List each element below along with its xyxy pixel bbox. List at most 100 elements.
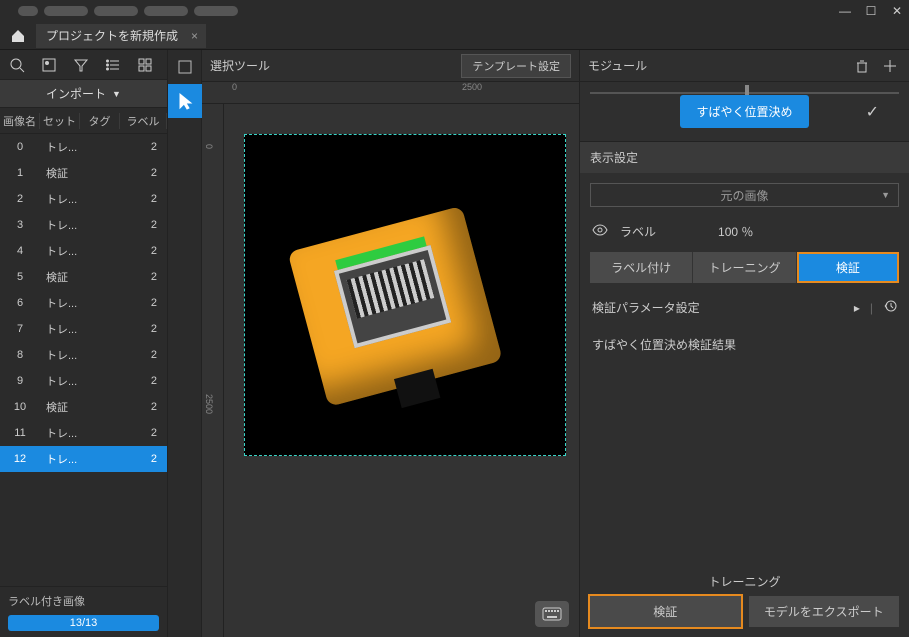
image-filter-icon[interactable] <box>38 54 60 76</box>
maximize-button[interactable]: ☐ <box>863 3 879 19</box>
table-row[interactable]: 4トレ... 2 <box>0 238 167 264</box>
table-row[interactable]: 11トレ...2 <box>0 420 167 446</box>
tool-rect-icon[interactable] <box>168 50 202 84</box>
cell-idx: 5 <box>0 271 40 283</box>
home-button[interactable] <box>0 22 36 50</box>
ruler-tick: 2500 <box>204 394 214 414</box>
play-icon[interactable]: ▸ <box>854 301 860 315</box>
image-source-select[interactable]: 元の画像 ▼ <box>590 183 899 207</box>
table-row[interactable]: 3トレ...2 <box>0 212 167 238</box>
bottom-training-label: トレーニング <box>590 567 899 596</box>
project-tab-label: プロジェクトを新規作成 <box>46 27 178 44</box>
cell-idx: 0 <box>0 141 40 153</box>
menu-pill[interactable] <box>194 6 238 16</box>
chevron-down-icon: ▼ <box>112 89 121 99</box>
tab-row: プロジェクトを新規作成 × <box>0 22 909 50</box>
table-row[interactable]: 12トレ...2 <box>0 446 167 472</box>
menu-pill[interactable] <box>44 6 88 16</box>
col-set[interactable]: セット <box>40 113 80 129</box>
import-label: インポート <box>46 85 106 102</box>
table-row[interactable]: 1検証2 <box>0 160 167 186</box>
cell-idx: 3 <box>0 219 40 231</box>
col-tag[interactable]: タグ <box>80 113 120 129</box>
verify-param-row[interactable]: 検証パラメータ設定 ▸ | <box>580 289 909 326</box>
table-row[interactable]: 9トレ...2 <box>0 368 167 394</box>
list-icon[interactable] <box>102 54 124 76</box>
tool-pointer-icon[interactable] <box>168 84 202 118</box>
col-label[interactable]: ラベル <box>120 113 167 129</box>
progress-bar: 13/13 <box>8 615 159 631</box>
minimize-button[interactable]: — <box>837 3 853 19</box>
table-row[interactable]: 5検証2 <box>0 264 167 290</box>
label-text: ラベル <box>620 223 656 240</box>
cell-set: トレ... <box>40 347 80 363</box>
cell-set: トレ... <box>40 295 80 311</box>
col-image-name[interactable]: 画像名 <box>0 113 40 129</box>
tool-strip <box>168 50 202 637</box>
select-value: 元の画像 <box>720 187 768 204</box>
table-row[interactable]: 10検証2 <box>0 394 167 420</box>
progress-text: 13/13 <box>70 617 98 629</box>
cell-set: 検証 <box>40 269 80 285</box>
history-icon[interactable] <box>883 299 897 316</box>
funnel-icon[interactable] <box>70 54 92 76</box>
cell-set: トレ... <box>40 139 80 155</box>
seg-training-button[interactable]: トレーニング <box>693 252 796 283</box>
cell-idx: 12 <box>0 453 40 465</box>
cell-idx: 1 <box>0 167 40 179</box>
close-button[interactable]: ✕ <box>889 3 905 19</box>
eye-icon[interactable] <box>592 224 608 239</box>
table-header: 画像名 セット タグ ラベル <box>0 108 167 134</box>
ruler-vertical: 0 2500 <box>202 104 224 637</box>
menu-pill[interactable] <box>18 6 38 16</box>
close-tab-icon[interactable]: × <box>191 29 198 43</box>
keyboard-icon[interactable] <box>535 601 569 627</box>
cell-idx: 8 <box>0 349 40 361</box>
verify-result-label: すばやく位置決め検証結果 <box>580 326 909 363</box>
project-tab[interactable]: プロジェクトを新規作成 × <box>36 24 206 48</box>
table-row[interactable]: 0トレ...2 <box>0 134 167 160</box>
template-settings-button[interactable]: テンプレート設定 <box>461 54 571 78</box>
verify-button[interactable]: 検証 <box>590 596 741 627</box>
left-toolbar <box>0 50 167 80</box>
cell-set: トレ... <box>40 243 80 259</box>
seg-label-button[interactable]: ラベル付け <box>590 252 693 283</box>
module-title: モジュール <box>588 57 647 74</box>
cell-idx: 7 <box>0 323 40 335</box>
search-icon[interactable] <box>6 54 28 76</box>
trash-icon[interactable] <box>851 55 873 77</box>
table-row[interactable]: 6トレ...2 <box>0 290 167 316</box>
table-row[interactable]: 8トレ... 2 <box>0 342 167 368</box>
export-model-button[interactable]: モデルをエクスポート <box>749 596 900 627</box>
cell-label: 2 <box>120 453 167 465</box>
canvas-viewport[interactable] <box>224 104 579 637</box>
cell-label: 2 <box>120 245 167 257</box>
labeled-images-label: ラベル付き画像 <box>8 593 159 609</box>
cell-set: トレ... <box>40 217 80 233</box>
verify-param-label: 検証パラメータ設定 <box>592 299 700 316</box>
checkmark-icon[interactable]: ✓ <box>866 102 879 122</box>
menu-pill[interactable] <box>94 6 138 16</box>
seg-verify-button[interactable]: 検証 <box>797 252 899 283</box>
import-button[interactable]: インポート ▼ <box>0 80 167 108</box>
table-row[interactable]: 2トレ...2 <box>0 186 167 212</box>
image-selection-frame[interactable] <box>244 134 566 456</box>
menu-pill[interactable] <box>144 6 188 16</box>
cell-label: 2 <box>120 375 167 387</box>
cell-idx: 4 <box>0 245 40 257</box>
ruler-horizontal: 0 2500 <box>202 82 579 104</box>
cell-label: 2 <box>120 349 167 361</box>
canvas-area: 選択ツール テンプレート設定 0 2500 0 2500 <box>202 50 579 637</box>
mode-segment: ラベル付け トレーニング 検証 <box>590 252 899 283</box>
grid-icon[interactable] <box>134 54 156 76</box>
display-settings-header: 表示設定 <box>580 142 909 173</box>
image-table-body: 0トレ...21検証22トレ...23トレ...24トレ...25検証26トレ.… <box>0 134 167 586</box>
ruler-tick: 2500 <box>462 82 482 92</box>
cell-idx: 9 <box>0 375 40 387</box>
cell-label: 2 <box>120 427 167 439</box>
ruler-tick: 0 <box>232 82 237 92</box>
add-icon[interactable] <box>879 55 901 77</box>
quick-position-button[interactable]: すばやく位置決め <box>680 95 808 128</box>
cell-set: トレ... <box>40 191 80 207</box>
table-row[interactable]: 7トレ...2 <box>0 316 167 342</box>
